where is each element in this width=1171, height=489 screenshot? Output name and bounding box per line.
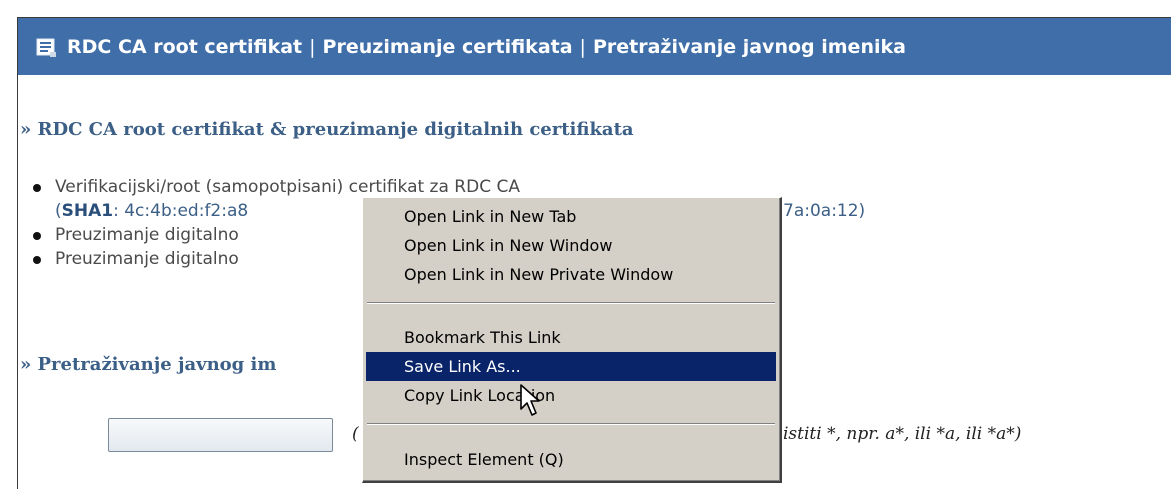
menu-divider (367, 423, 775, 425)
nav-link-download-cert[interactable]: Preuzimanje certifikata (323, 36, 573, 58)
menu-copy-link-location[interactable]: Copy Link Location (366, 381, 776, 410)
menu-open-new-tab[interactable]: Open Link in New Tab (366, 202, 776, 231)
document-list-icon (36, 38, 56, 57)
search-hint: istiti *, npr. a*, ili *a, ili *a*) (783, 424, 1022, 444)
menu-divider (367, 302, 775, 304)
nav-link-public-directory[interactable]: Pretraživanje javnog imenika (593, 36, 906, 58)
section-title-certificates: » RDC CA root certifikat & preuzimanje d… (20, 119, 634, 140)
top-nav-bar: RDC CA root certifikat | Preuzimanje cer… (18, 18, 1171, 75)
root-cert-link[interactable]: Verifikacijski/root (samopotpisani) cert… (55, 177, 520, 197)
bullet-icon (33, 232, 41, 240)
menu-open-private-window[interactable]: Open Link in New Private Window (366, 260, 776, 289)
sha1-fingerprint-tail: 7a:0a:12) (783, 201, 866, 221)
section-title-directory-search: » Pretraživanje javnog im (20, 354, 277, 375)
menu-open-new-window[interactable]: Open Link in New Window (366, 231, 776, 260)
directory-search-input[interactable] (108, 418, 333, 452)
nav-separator: | (309, 35, 316, 58)
menu-save-link-as[interactable]: Save Link As... (366, 352, 776, 381)
mouse-pointer-icon (520, 384, 540, 416)
context-menu: Open Link in New Tab Open Link in New Wi… (362, 197, 782, 483)
search-hint-open: ( (352, 424, 359, 444)
nav-separator: | (579, 35, 586, 58)
download-cert-link-2[interactable]: Preuzimanje digitalno (55, 249, 239, 269)
list-item: Verifikacijski/root (samopotpisani) cert… (33, 175, 520, 199)
bullet-icon (33, 184, 41, 192)
bullet-icon (33, 256, 41, 264)
menu-inspect-element[interactable]: Inspect Element (Q) (366, 445, 776, 474)
nav-link-root-cert[interactable]: RDC CA root certifikat (67, 36, 302, 58)
sha1-label: SHA1 (61, 201, 114, 221)
sha1-fingerprint: (SHA1: 4c:4b:ed:f2:a8 (55, 201, 249, 221)
menu-bookmark-link[interactable]: Bookmark This Link (366, 323, 776, 352)
download-cert-link-1[interactable]: Preuzimanje digitalno (55, 225, 239, 245)
